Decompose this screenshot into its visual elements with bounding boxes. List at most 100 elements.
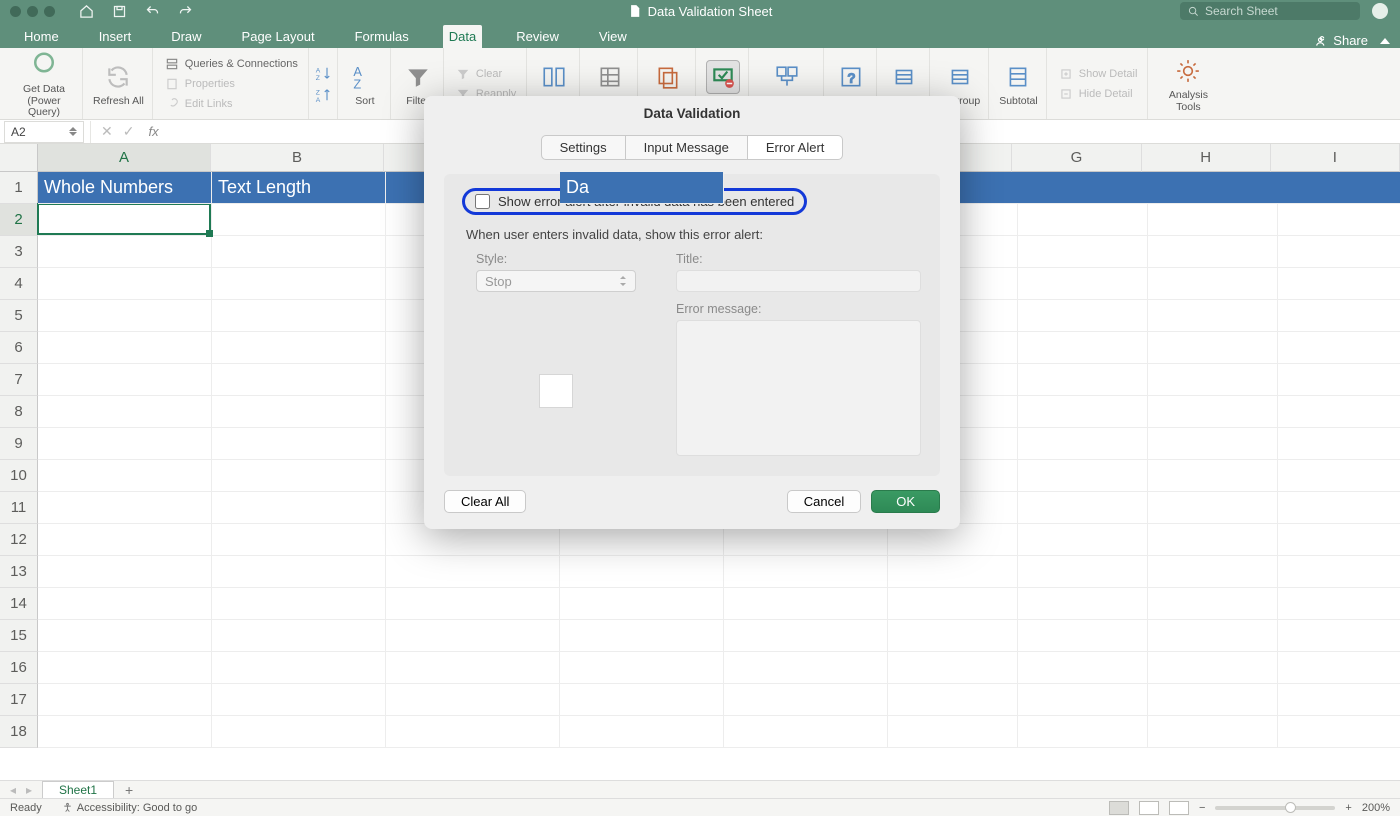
cell[interactable] bbox=[1018, 588, 1148, 620]
cell[interactable] bbox=[386, 556, 560, 588]
cell[interactable] bbox=[38, 524, 212, 556]
properties-button[interactable]: Properties bbox=[165, 77, 235, 91]
cell[interactable] bbox=[38, 556, 212, 588]
row-header-11[interactable]: 11 bbox=[0, 492, 38, 524]
row-header-3[interactable]: 3 bbox=[0, 236, 38, 268]
minimize-icon[interactable] bbox=[27, 6, 38, 17]
share-button[interactable]: Share bbox=[1315, 33, 1368, 48]
cell[interactable] bbox=[1278, 492, 1400, 524]
cancel-formula-icon[interactable]: ✕ bbox=[101, 123, 113, 140]
cell[interactable] bbox=[1018, 300, 1148, 332]
header-cell[interactable]: Text Length bbox=[212, 172, 386, 204]
cell[interactable] bbox=[560, 620, 724, 652]
cell[interactable] bbox=[212, 524, 386, 556]
cell[interactable] bbox=[1278, 588, 1400, 620]
cell[interactable] bbox=[212, 620, 386, 652]
cell[interactable] bbox=[1278, 652, 1400, 684]
cell[interactable] bbox=[560, 716, 724, 748]
cell[interactable] bbox=[724, 716, 888, 748]
cell[interactable] bbox=[212, 204, 386, 236]
analysis-tools-button[interactable]: Analysis Tools bbox=[1150, 48, 1226, 119]
save-icon[interactable] bbox=[112, 4, 127, 19]
cell[interactable] bbox=[38, 716, 212, 748]
cell[interactable] bbox=[1278, 204, 1400, 236]
close-icon[interactable] bbox=[10, 6, 21, 17]
sheet-nav[interactable]: ◂▸ bbox=[0, 783, 42, 797]
fill-handle[interactable] bbox=[206, 230, 213, 237]
error-title-input[interactable] bbox=[676, 270, 921, 292]
refresh-all-button[interactable]: Refresh All bbox=[85, 48, 153, 119]
column-header-H[interactable]: H bbox=[1142, 144, 1271, 172]
cell[interactable] bbox=[38, 268, 212, 300]
cell[interactable] bbox=[1018, 460, 1148, 492]
tab-review[interactable]: Review bbox=[510, 25, 565, 48]
row-header-12[interactable]: 12 bbox=[0, 524, 38, 556]
zoom-out-button[interactable]: − bbox=[1199, 802, 1205, 814]
cell[interactable] bbox=[1278, 300, 1400, 332]
cell[interactable] bbox=[212, 396, 386, 428]
cell[interactable] bbox=[888, 620, 1018, 652]
row-header-6[interactable]: 6 bbox=[0, 332, 38, 364]
cell[interactable] bbox=[1018, 652, 1148, 684]
window-controls[interactable] bbox=[0, 6, 55, 17]
cell[interactable] bbox=[1278, 428, 1400, 460]
cell[interactable] bbox=[38, 652, 212, 684]
cell[interactable] bbox=[560, 588, 724, 620]
accept-formula-icon[interactable]: ✓ bbox=[123, 123, 135, 140]
row-header-10[interactable]: 10 bbox=[0, 460, 38, 492]
cell[interactable] bbox=[724, 556, 888, 588]
header-cell[interactable]: Whole Numbers bbox=[38, 172, 212, 204]
cell[interactable] bbox=[212, 460, 386, 492]
cell[interactable] bbox=[888, 716, 1018, 748]
row-header-17[interactable]: 17 bbox=[0, 684, 38, 716]
cell[interactable] bbox=[1278, 236, 1400, 268]
cell[interactable] bbox=[1018, 620, 1148, 652]
cell[interactable] bbox=[1148, 556, 1278, 588]
cell[interactable] bbox=[1018, 268, 1148, 300]
style-select[interactable]: Stop bbox=[476, 270, 636, 292]
cell[interactable] bbox=[212, 428, 386, 460]
tab-formulas[interactable]: Formulas bbox=[349, 25, 415, 48]
cell[interactable] bbox=[560, 556, 724, 588]
cell[interactable] bbox=[212, 332, 386, 364]
zoom-slider[interactable] bbox=[1215, 806, 1335, 810]
cell[interactable] bbox=[386, 684, 560, 716]
cell[interactable] bbox=[1018, 236, 1148, 268]
cell[interactable] bbox=[38, 332, 212, 364]
cell[interactable] bbox=[38, 492, 212, 524]
cell[interactable] bbox=[1278, 364, 1400, 396]
cell[interactable] bbox=[1148, 460, 1278, 492]
cell[interactable] bbox=[1018, 364, 1148, 396]
cell[interactable] bbox=[1018, 428, 1148, 460]
cell[interactable] bbox=[1018, 492, 1148, 524]
cell[interactable] bbox=[1148, 332, 1278, 364]
queries-connections-button[interactable]: Queries & Connections bbox=[165, 57, 298, 71]
add-sheet-button[interactable]: + bbox=[120, 781, 138, 799]
cell[interactable] bbox=[888, 556, 1018, 588]
cell[interactable] bbox=[1018, 396, 1148, 428]
row-header-18[interactable]: 18 bbox=[0, 716, 38, 748]
cell[interactable] bbox=[1148, 268, 1278, 300]
cell[interactable] bbox=[1278, 684, 1400, 716]
cell[interactable] bbox=[1148, 684, 1278, 716]
column-header-G[interactable]: G bbox=[1012, 144, 1141, 172]
error-message-textarea[interactable] bbox=[676, 320, 921, 456]
row-header-1[interactable]: 1 bbox=[0, 172, 38, 204]
zoom-in-button[interactable]: + bbox=[1345, 802, 1351, 814]
fx-label[interactable]: fx bbox=[148, 124, 158, 139]
row-header-4[interactable]: 4 bbox=[0, 268, 38, 300]
page-break-view-button[interactable] bbox=[1169, 801, 1189, 815]
cell[interactable] bbox=[1148, 364, 1278, 396]
row-header-9[interactable]: 9 bbox=[0, 428, 38, 460]
cell[interactable] bbox=[1148, 588, 1278, 620]
normal-view-button[interactable] bbox=[1109, 801, 1129, 815]
dialog-tab-error-alert[interactable]: Error Alert bbox=[748, 135, 844, 160]
show-error-alert-input[interactable] bbox=[475, 194, 490, 209]
cell[interactable] bbox=[724, 620, 888, 652]
cell[interactable] bbox=[1018, 716, 1148, 748]
undo-icon[interactable] bbox=[145, 4, 160, 19]
cell[interactable] bbox=[1278, 460, 1400, 492]
dialog-tab-settings[interactable]: Settings bbox=[541, 135, 626, 160]
zoom-slider-knob[interactable] bbox=[1285, 802, 1296, 813]
cell[interactable] bbox=[1148, 204, 1278, 236]
